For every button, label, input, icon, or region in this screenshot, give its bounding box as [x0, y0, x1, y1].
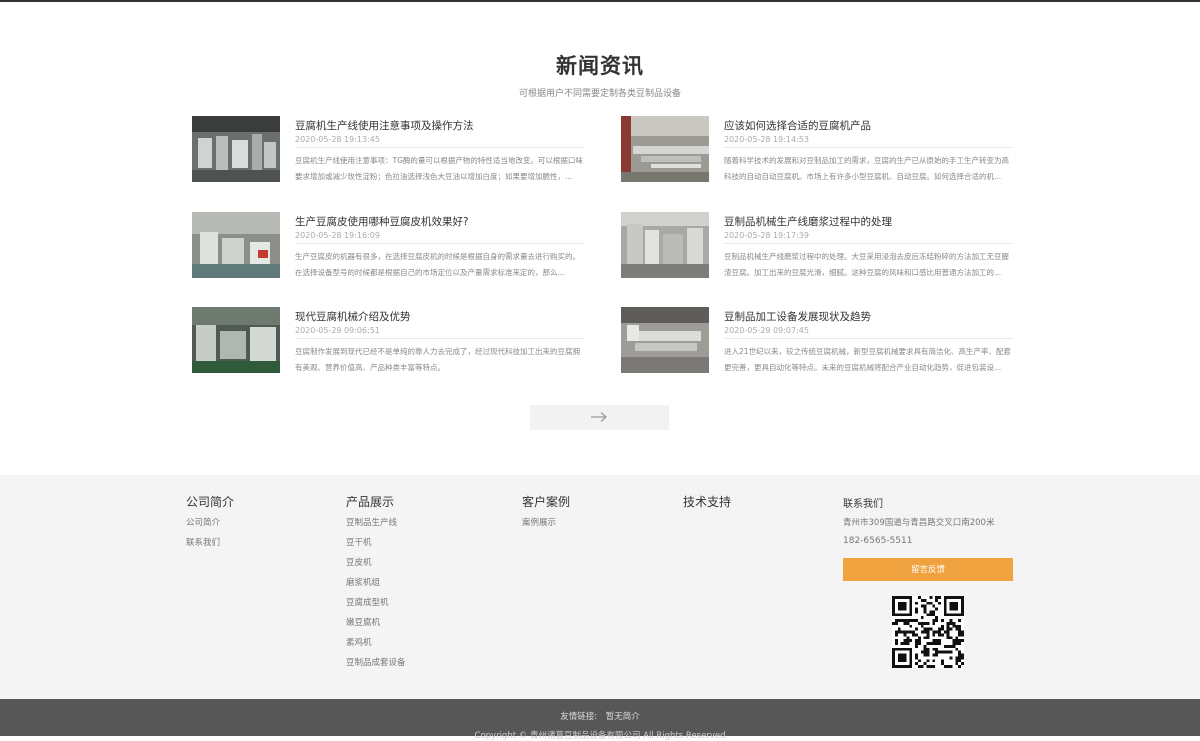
footer-link[interactable]: 嫩豆腐机	[346, 616, 406, 630]
friend-links: 友情链接: 暂无简介	[0, 710, 1200, 722]
news-item-date: 2020-05-29 09:07:45	[724, 326, 809, 335]
news-item[interactable]: 生产豆腐皮使用哪种豆腐皮机效果好? 2020-05-28 19:16:09 生产…	[192, 212, 584, 280]
news-item-title[interactable]: 豆制品机械生产线磨浆过程中的处理	[724, 214, 892, 229]
footer-link[interactable]: 豆制品生产线	[346, 516, 406, 530]
footer-column-heading[interactable]: 客户案例	[522, 493, 570, 510]
friend-links-label: 友情链接:	[560, 712, 598, 722]
news-thumbnail[interactable]	[192, 116, 280, 182]
contact-heading: 联系我们	[843, 499, 883, 510]
news-heading: 新闻资讯	[556, 54, 644, 78]
copyright: Copyright © 青州诸葛豆制品设备有限公司 All Rights Res…	[474, 731, 726, 741]
news-item[interactable]: 豆腐机生产线使用注意事项及操作方法 2020-05-28 19:13:45 豆腐…	[192, 116, 584, 184]
friend-links-value: 暂无简介	[605, 712, 640, 722]
bottom-bar: 友情链接: 暂无简介 Copyright © 青州诸葛豆制品设备有限公司 All…	[0, 699, 1200, 741]
divider	[724, 147, 1013, 148]
news-item-title[interactable]: 应该如何选择合适的豆腐机产品	[724, 118, 871, 133]
footer-link[interactable]: 磨浆机组	[346, 576, 406, 590]
news-item-date: 2020-05-28 19:13:45	[295, 135, 380, 144]
next-page-button[interactable]	[530, 405, 669, 430]
divider	[724, 338, 1013, 339]
news-item-summary: 进入21世纪以来，较之传统豆腐机械，新型豆腐机械要求具有简洁化、高生产率、配套更…	[724, 347, 1012, 372]
news-item-title[interactable]: 豆制品加工设备发展现状及趋势	[724, 309, 871, 324]
footer-link[interactable]: 公司简介	[186, 516, 234, 530]
footer: 公司简介 公司简介 联系我们 产品展示 豆制品生产线 豆干机 豆皮机 磨浆机组 …	[0, 475, 1200, 699]
news-item-date: 2020-05-28 19:17:39	[724, 231, 809, 240]
footer-column-products: 产品展示 豆制品生产线 豆干机 豆皮机 磨浆机组 豆腐成型机 嫩豆腐机 素鸡机 …	[346, 493, 406, 670]
news-item-title[interactable]: 现代豆腐机械介绍及优势	[295, 309, 411, 324]
footer-link[interactable]: 素鸡机	[346, 636, 406, 650]
footer-column-heading[interactable]: 公司简介	[186, 493, 234, 510]
footer-column-support: 技术支持	[683, 493, 731, 510]
news-thumbnail[interactable]	[192, 307, 280, 373]
arrow-right-icon	[591, 412, 607, 422]
news-subtitle: 可根据用户不同需要定制各类豆制品设备	[518, 89, 681, 99]
contact-address: 青州市309国道与青昌路交叉口南200米	[843, 518, 995, 528]
news-item-date: 2020-05-29 09:06:51	[295, 326, 380, 335]
divider	[295, 147, 584, 148]
footer-link[interactable]: 豆干机	[346, 536, 406, 550]
footer-link[interactable]: 豆制品成套设备	[346, 656, 406, 670]
news-item-date: 2020-05-28 19:16:09	[295, 231, 380, 240]
news-item[interactable]: 豆制品加工设备发展现状及趋势 2020-05-29 09:07:45 进入21世…	[621, 307, 1013, 375]
news-item[interactable]: 现代豆腐机械介绍及优势 2020-05-29 09:06:51 豆腐制作发展到现…	[192, 307, 584, 375]
news-item-summary: 豆制品机械生产线磨浆过程中的处理。大豆采用浸泡去皮后冻结粉碎的方法加工无豆腥渣豆…	[724, 252, 1009, 277]
footer-link[interactable]: 豆腐成型机	[346, 596, 406, 610]
feedback-button[interactable]: 留言反馈	[843, 558, 1013, 581]
divider	[295, 338, 584, 339]
footer-column-heading[interactable]: 产品展示	[346, 493, 406, 510]
news-item-date: 2020-05-28 19:14:53	[724, 135, 809, 144]
news-item-summary: 豆腐制作发展到现代已经不是单纯的靠人力去完成了，经过现代科技加工出来的豆腐拥有美…	[295, 347, 580, 372]
footer-link[interactable]: 联系我们	[186, 536, 234, 550]
news-item-summary: 豆腐机生产线使用注意事项：TG酶的量可以根据产物的特性适当地改变。可以根据口味要…	[295, 156, 583, 181]
footer-link[interactable]: 案例展示	[522, 516, 570, 530]
footer-column-heading[interactable]: 技术支持	[683, 493, 731, 510]
qr-code-icon	[892, 596, 964, 668]
news-thumbnail[interactable]	[621, 212, 709, 278]
footer-column-about: 公司简介 公司简介 联系我们	[186, 493, 234, 550]
news-item[interactable]: 应该如何选择合适的豆腐机产品 2020-05-28 19:14:53 随着科学技…	[621, 116, 1013, 184]
divider	[724, 243, 1013, 244]
news-thumbnail[interactable]	[192, 212, 280, 278]
news-thumbnail[interactable]	[621, 307, 709, 373]
footer-link[interactable]: 豆皮机	[346, 556, 406, 570]
news-item-summary: 随着科学技术的发展和对豆制品加工的需求，豆腐的生产已从原始的手工生产转变为高科技…	[724, 156, 1009, 181]
news-section: 新闻资讯 可根据用户不同需要定制各类豆制品设备 豆腐机生产线使用注意事项及操作方…	[0, 2, 1200, 475]
news-item-title[interactable]: 豆腐机生产线使用注意事项及操作方法	[295, 118, 474, 133]
news-item-title[interactable]: 生产豆腐皮使用哪种豆腐皮机效果好?	[295, 214, 469, 229]
news-item-summary: 生产豆腐皮的机器有很多，在选择豆腐皮机的时候是根据自身的需求量去进行购买的。在选…	[295, 252, 580, 277]
news-item[interactable]: 豆制品机械生产线磨浆过程中的处理 2020-05-28 19:17:39 豆制品…	[621, 212, 1013, 280]
footer-column-cases: 客户案例 案例展示	[522, 493, 570, 530]
news-thumbnail[interactable]	[621, 116, 709, 182]
divider	[295, 243, 584, 244]
contact-phone: 182-6565-5511	[843, 536, 913, 546]
